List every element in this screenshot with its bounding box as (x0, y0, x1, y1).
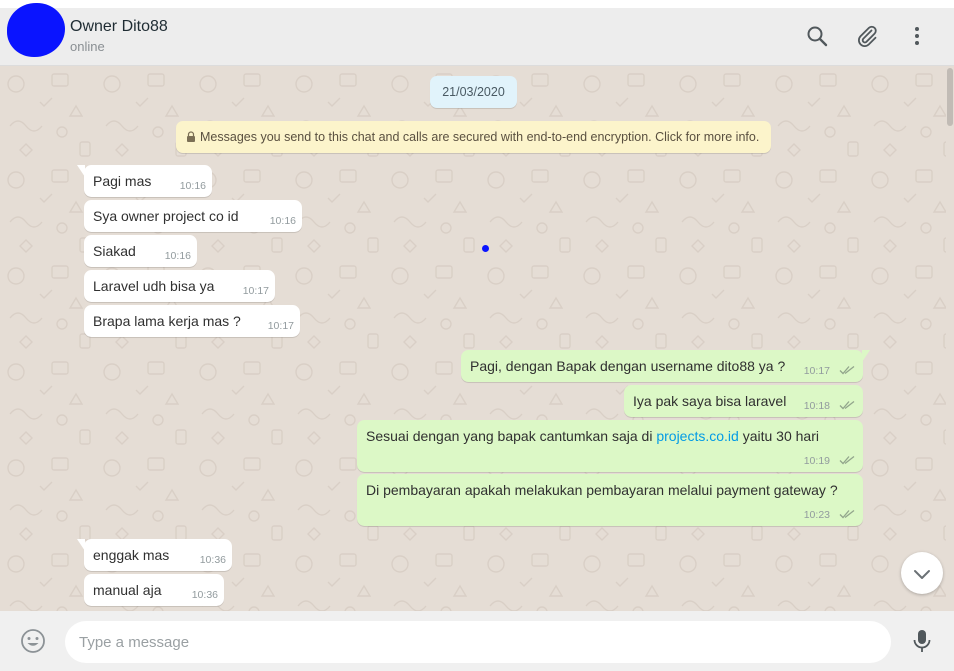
message-text: Sesuai dengan yang bapak cantumkan saja … (366, 428, 819, 444)
avatar[interactable] (7, 3, 65, 57)
message-bubble-incoming[interactable]: Siakad 10:16 (84, 235, 197, 267)
message-time: 10:18 (803, 400, 830, 412)
message-bubble-incoming[interactable]: manual aja 10:36 (84, 574, 224, 606)
double-tick-icon (839, 509, 855, 519)
message-time: 10:17 (267, 320, 294, 332)
message-bubble-outgoing[interactable]: Pagi, dengan Bapak dengan username dito8… (461, 350, 870, 382)
message-bubble-incoming[interactable]: Laravel udh bisa ya 10:17 (84, 270, 275, 302)
search-icon[interactable] (805, 24, 829, 48)
message-bubble-incoming[interactable]: Sya owner project co id 10:16 (84, 200, 302, 232)
compose-bar (0, 611, 954, 671)
chat-header: Owner Dito88 online (0, 3, 954, 66)
message-time: 10:19 (803, 455, 830, 467)
message-time: 10:16 (179, 180, 206, 192)
message-time: 10:17 (242, 285, 269, 297)
message-text: Siakad (93, 243, 136, 259)
message-text: Pagi, dengan Bapak dengan username dito8… (470, 358, 786, 374)
message-text: Iya pak saya bisa laravel (633, 393, 787, 409)
message-time: 10:36 (199, 554, 226, 566)
cursor-dot (482, 245, 489, 252)
double-tick-icon (839, 455, 855, 465)
bubble-tail (77, 165, 85, 177)
message-text-part: yaitu 30 hari (738, 428, 819, 444)
message-text: Laravel udh bisa ya (93, 278, 215, 294)
message-text: Di pembayaran apakah melakukan pembayara… (366, 482, 838, 498)
scrollbar[interactable] (946, 66, 954, 611)
bubble-tail (77, 539, 85, 551)
date-chip: 21/03/2020 (430, 76, 517, 108)
message-time: 10:16 (269, 215, 296, 227)
message-text-part: Sesuai dengan yang bapak cantumkan saja … (366, 428, 657, 444)
contact-name[interactable]: Owner Dito88 (70, 18, 168, 36)
message-input[interactable] (65, 621, 891, 663)
emoji-icon[interactable] (20, 628, 46, 654)
double-tick-icon (839, 365, 855, 375)
message-time: 10:16 (164, 250, 191, 262)
message-text: Pagi mas (93, 173, 152, 189)
message-text: manual aja (93, 582, 162, 598)
chevron-down-icon (914, 570, 930, 579)
message-text: Brapa lama kerja mas ? (93, 313, 241, 329)
message-bubble-incoming[interactable]: Brapa lama kerja mas ? 10:17 (84, 305, 300, 337)
contact-status: online (70, 39, 105, 54)
double-tick-icon (839, 400, 855, 410)
encryption-notice[interactable]: Messages you send to this chat and calls… (176, 121, 771, 153)
scrollbar-thumb[interactable] (947, 68, 953, 126)
message-link[interactable]: projects.co.id (656, 428, 738, 444)
message-text: Sya owner project co id (93, 208, 239, 224)
message-bubble-outgoing[interactable]: Di pembayaran apakah melakukan pembayara… (357, 474, 863, 526)
message-bubble-outgoing[interactable]: Sesuai dengan yang bapak cantumkan saja … (357, 420, 863, 472)
chat-area[interactable]: 21/03/2020 Messages you send to this cha… (0, 66, 954, 611)
message-text: enggak mas (93, 547, 170, 563)
lock-icon (187, 131, 195, 142)
message-bubble-incoming[interactable]: enggak mas 10:36 (77, 539, 232, 571)
microphone-icon[interactable] (910, 628, 934, 654)
message-time: 10:17 (803, 365, 830, 377)
message-bubble-outgoing[interactable]: Iya pak saya bisa laravel 10:18 (624, 385, 863, 417)
message-time: 10:36 (191, 589, 218, 601)
attach-icon[interactable] (855, 24, 879, 48)
bubble-tail (862, 350, 870, 362)
message-time: 10:23 (803, 509, 830, 521)
message-bubble-incoming[interactable]: Pagi mas 10:16 (77, 165, 212, 197)
scroll-to-bottom-button[interactable] (901, 552, 943, 594)
menu-icon[interactable] (905, 24, 929, 48)
encryption-notice-text: Messages you send to this chat and calls… (200, 130, 760, 144)
